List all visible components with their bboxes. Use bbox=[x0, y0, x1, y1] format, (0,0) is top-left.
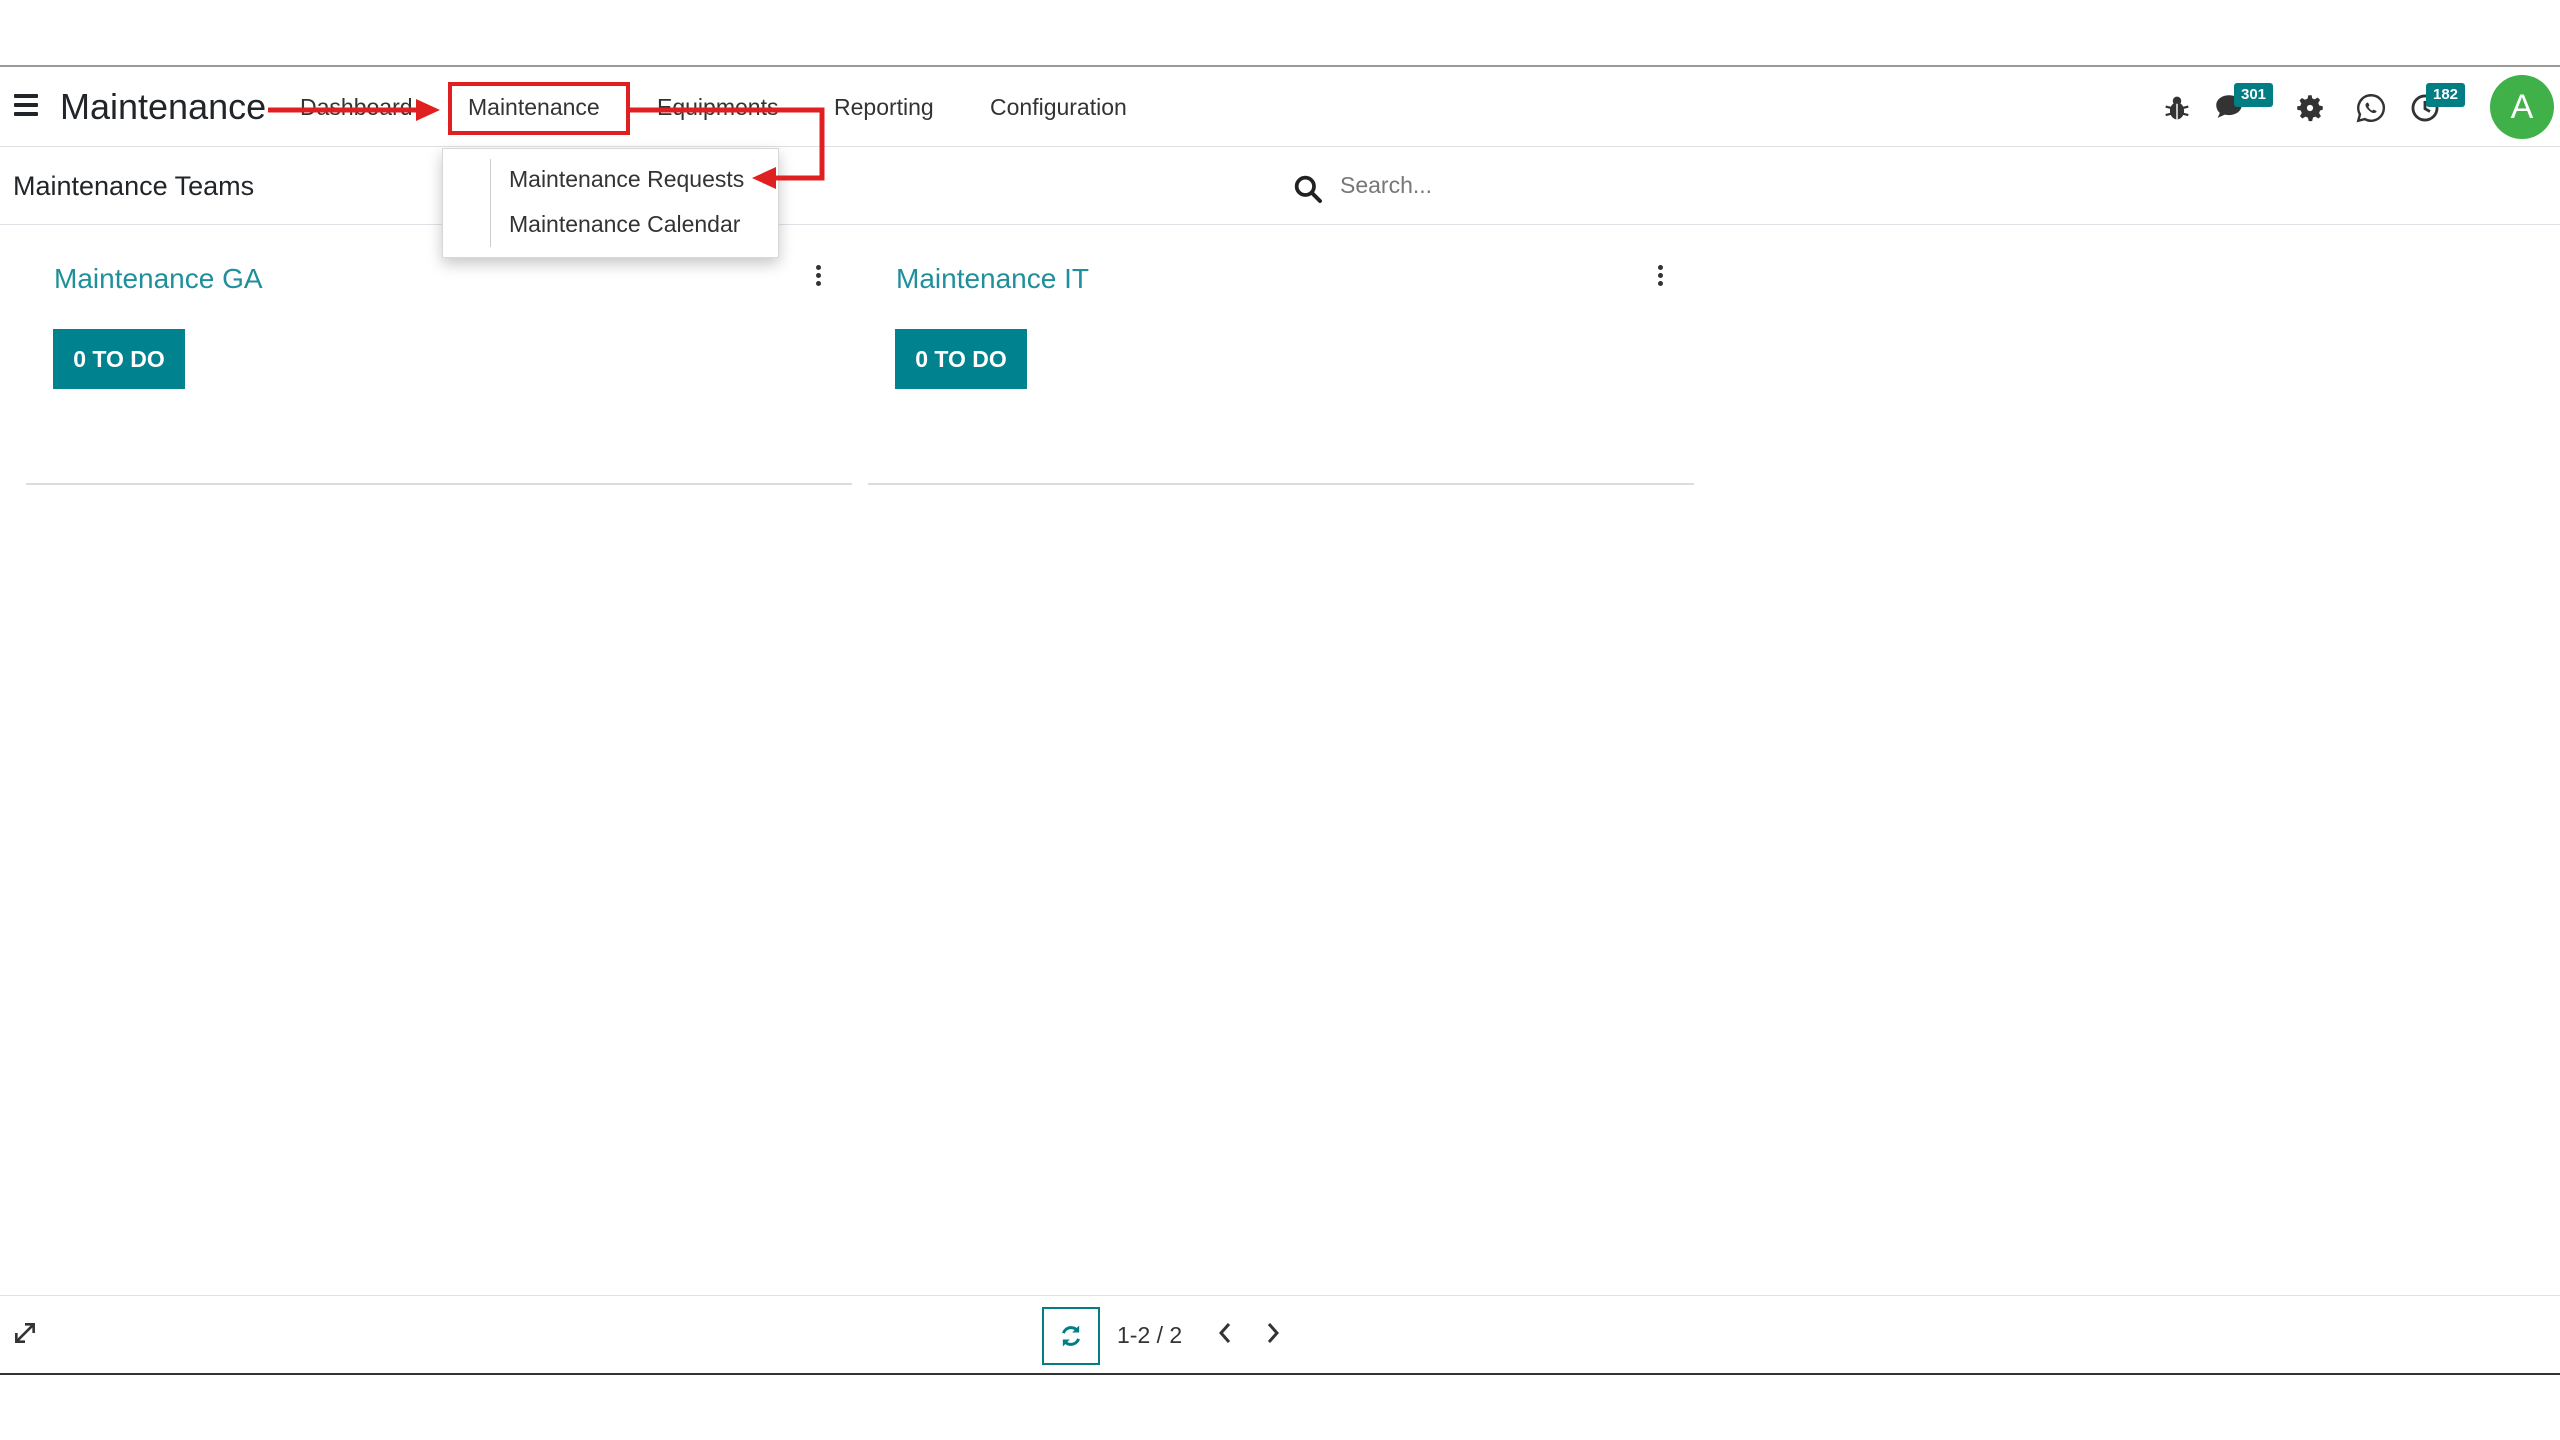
activities-badge: 182 bbox=[2426, 83, 2466, 107]
search-input[interactable] bbox=[1340, 165, 2240, 205]
team-card-title[interactable]: Maintenance GA bbox=[54, 261, 263, 297]
pager-value[interactable]: 1-2 / 2 bbox=[1117, 1320, 1182, 1350]
kebab-menu-icon[interactable] bbox=[813, 265, 823, 289]
menu-reporting[interactable]: Reporting bbox=[834, 91, 934, 123]
team-card-title[interactable]: Maintenance IT bbox=[896, 261, 1089, 297]
gear-icon[interactable] bbox=[2293, 91, 2327, 125]
kebab-menu-icon[interactable] bbox=[1655, 265, 1665, 289]
team-card-it[interactable]: Maintenance IT 0 TO DO bbox=[868, 225, 1694, 485]
bottom-border bbox=[0, 1373, 2560, 1375]
user-avatar[interactable]: A bbox=[2490, 75, 2554, 139]
dropdown-item-maintenance-calendar[interactable]: Maintenance Calendar bbox=[509, 209, 740, 239]
team-card-ga[interactable]: Maintenance GA 0 TO DO bbox=[26, 225, 852, 485]
control-panel: Maintenance Teams bbox=[0, 147, 2560, 225]
menu-dashboard[interactable]: Dashboard bbox=[300, 91, 413, 123]
dropdown-divider bbox=[490, 159, 491, 247]
main-navbar: Maintenance Dashboard Maintenance Equipm… bbox=[0, 67, 2560, 147]
messages-badge: 301 bbox=[2234, 83, 2274, 107]
bug-icon[interactable] bbox=[2160, 91, 2194, 125]
refresh-button[interactable] bbox=[1042, 1307, 1100, 1365]
refresh-icon bbox=[1061, 1325, 1081, 1347]
expand-icon[interactable] bbox=[12, 1320, 38, 1346]
breadcrumb: Maintenance Teams bbox=[13, 171, 255, 201]
todo-button[interactable]: 0 TO DO bbox=[895, 329, 1027, 389]
chevron-left-icon[interactable] bbox=[1213, 1318, 1237, 1348]
maintenance-dropdown-menu: Maintenance Requests Maintenance Calenda… bbox=[442, 148, 779, 258]
search-icon bbox=[1294, 175, 1322, 203]
app-name[interactable]: Maintenance bbox=[60, 85, 266, 129]
menu-configuration[interactable]: Configuration bbox=[990, 91, 1127, 123]
whatsapp-icon[interactable] bbox=[2354, 91, 2388, 125]
menu-equipments[interactable]: Equipments bbox=[657, 91, 778, 123]
todo-button[interactable]: 0 TO DO bbox=[53, 329, 185, 389]
footer-bar: 1-2 / 2 bbox=[0, 1295, 2560, 1373]
annotation-highlight-box bbox=[448, 82, 630, 135]
dropdown-item-maintenance-requests[interactable]: Maintenance Requests bbox=[509, 164, 744, 194]
hamburger-menu-icon[interactable] bbox=[14, 94, 38, 116]
chevron-right-icon[interactable] bbox=[1261, 1318, 1285, 1348]
